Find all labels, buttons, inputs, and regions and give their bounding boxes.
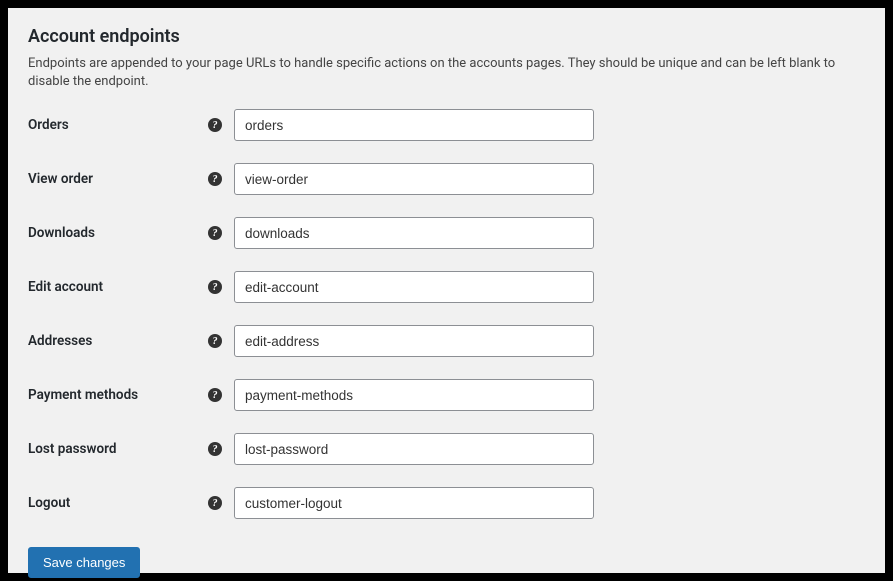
help-icon[interactable]: ? (208, 172, 222, 186)
save-changes-button[interactable]: Save changes (28, 547, 140, 578)
input-orders[interactable] (234, 109, 594, 141)
label-addresses: Addresses (28, 333, 208, 349)
input-edit-account[interactable] (234, 271, 594, 303)
account-endpoints-panel: Account endpoints Endpoints are appended… (8, 8, 885, 573)
help-icon[interactable]: ? (208, 334, 222, 348)
label-logout: Logout (28, 495, 208, 511)
input-view-order[interactable] (234, 163, 594, 195)
form-row-downloads: Downloads ? (28, 217, 865, 249)
input-logout[interactable] (234, 487, 594, 519)
input-downloads[interactable] (234, 217, 594, 249)
help-icon[interactable]: ? (208, 280, 222, 294)
help-icon[interactable]: ? (208, 388, 222, 402)
label-view-order: View order (28, 171, 208, 187)
form-row-payment-methods: Payment methods ? (28, 379, 865, 411)
help-icon[interactable]: ? (208, 118, 222, 132)
help-icon[interactable]: ? (208, 442, 222, 456)
form-row-addresses: Addresses ? (28, 325, 865, 357)
help-icon[interactable]: ? (208, 226, 222, 240)
input-addresses[interactable] (234, 325, 594, 357)
section-title: Account endpoints (28, 26, 865, 47)
section-description: Endpoints are appended to your page URLs… (28, 55, 865, 91)
form-row-view-order: View order ? (28, 163, 865, 195)
form-row-logout: Logout ? (28, 487, 865, 519)
help-icon[interactable]: ? (208, 496, 222, 510)
label-payment-methods: Payment methods (28, 387, 208, 403)
label-lost-password: Lost password (28, 441, 208, 457)
input-lost-password[interactable] (234, 433, 594, 465)
form-row-edit-account: Edit account ? (28, 271, 865, 303)
form-row-lost-password: Lost password ? (28, 433, 865, 465)
input-payment-methods[interactable] (234, 379, 594, 411)
label-downloads: Downloads (28, 225, 208, 241)
label-orders: Orders (28, 117, 208, 133)
label-edit-account: Edit account (28, 279, 208, 295)
form-row-orders: Orders ? (28, 109, 865, 141)
